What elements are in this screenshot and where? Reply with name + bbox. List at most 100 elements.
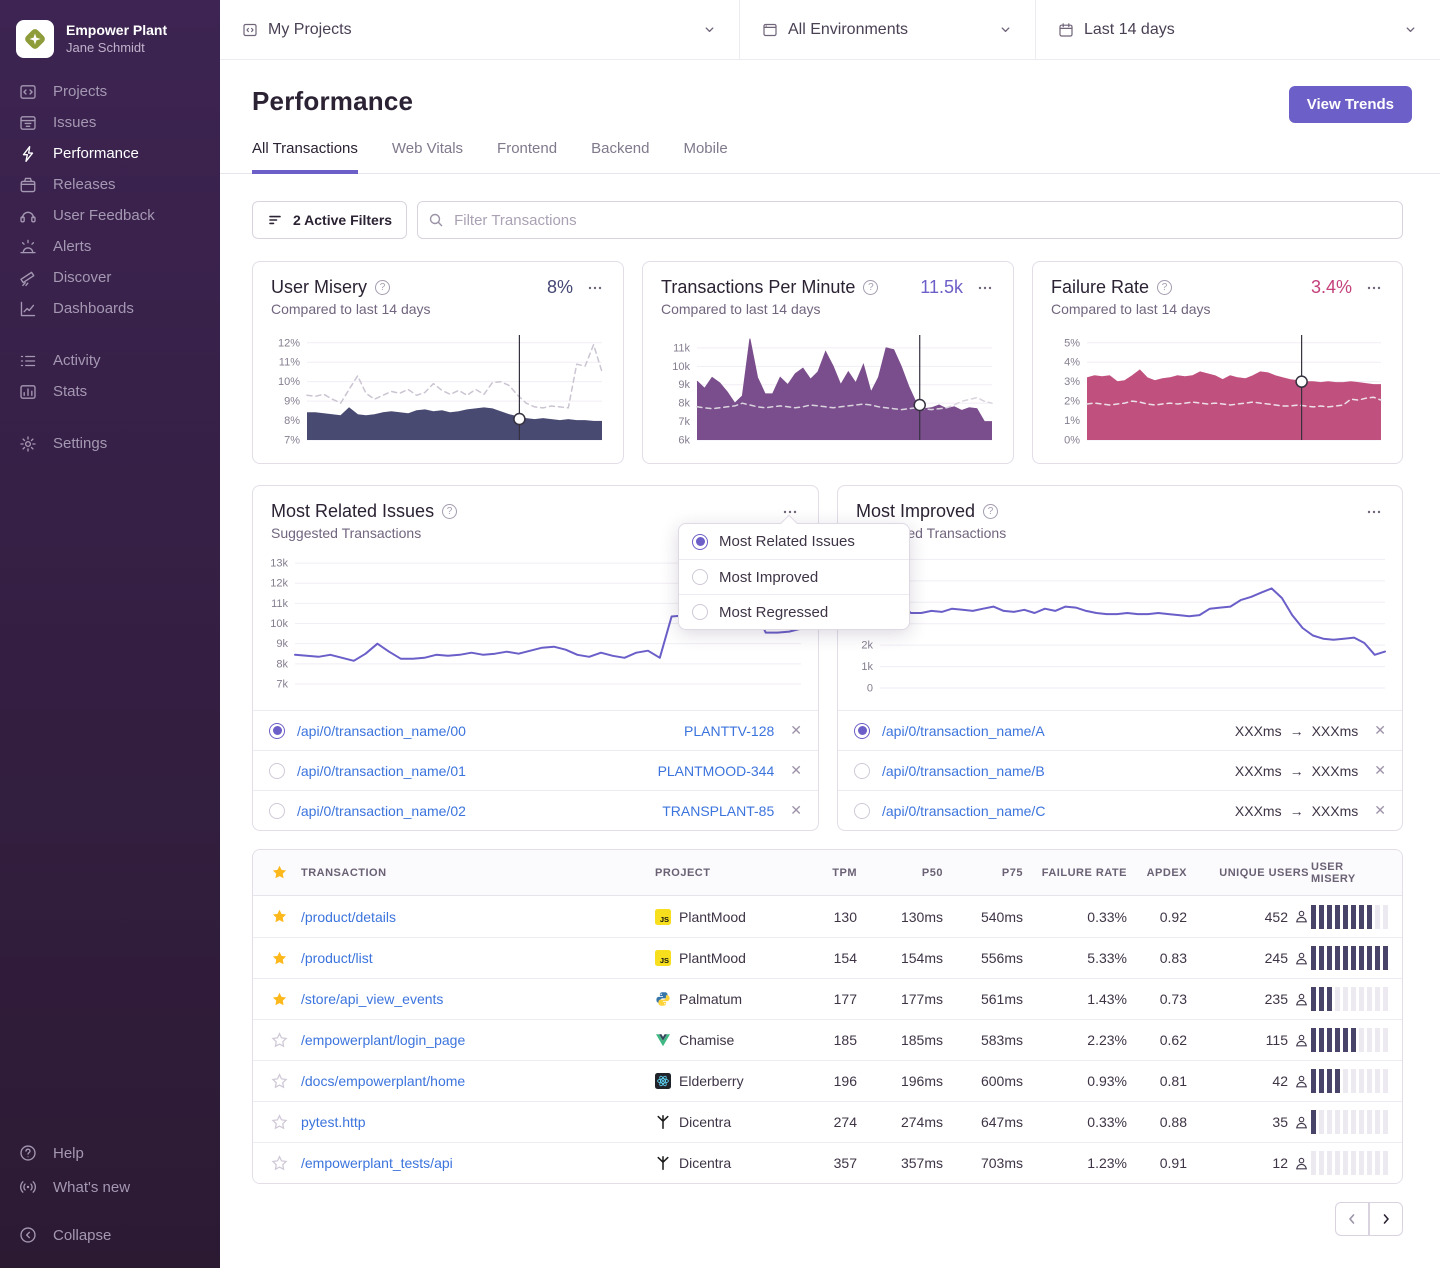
transaction-link[interactable]: /api/0/transaction_name/02 xyxy=(297,803,466,819)
column-header-project[interactable]: PROJECT xyxy=(655,867,805,879)
radio-button[interactable] xyxy=(692,569,708,585)
star-toggle[interactable] xyxy=(253,1073,301,1090)
close-icon[interactable]: ✕ xyxy=(790,802,802,819)
unique-users-value: 452 xyxy=(1265,909,1288,925)
sidebar-item-feedback[interactable]: User Feedback xyxy=(0,200,220,231)
column-header-apdex[interactable]: APDEX xyxy=(1133,867,1193,879)
radio-button[interactable] xyxy=(692,604,708,620)
radio-button[interactable] xyxy=(854,803,870,819)
star-toggle[interactable] xyxy=(253,1114,301,1131)
card-menu-button[interactable] xyxy=(585,278,605,298)
sidebar-item-activity[interactable]: Activity xyxy=(0,345,220,376)
search-input[interactable] xyxy=(417,201,1403,239)
transaction-link[interactable]: /api/0/transaction_name/C xyxy=(882,803,1045,819)
sidebar-item-performance[interactable]: Performance xyxy=(0,138,220,169)
sidebar-item-releases[interactable]: Releases xyxy=(0,169,220,200)
column-header-failure-rate[interactable]: FAILURE RATE xyxy=(1029,867,1133,879)
card-menu-button[interactable] xyxy=(975,278,995,298)
org-switcher[interactable]: Empower Plant Jane Schmidt xyxy=(0,14,220,76)
tab-backend[interactable]: Backend xyxy=(591,140,649,174)
transaction-link[interactable]: pytest.http xyxy=(301,1114,366,1130)
tab-web-vitals[interactable]: Web Vitals xyxy=(392,140,463,174)
date-range-dropdown[interactable]: Last 14 days xyxy=(1036,0,1440,59)
tpm-value: 177 xyxy=(805,991,863,1007)
sidebar-item-settings[interactable]: Settings xyxy=(0,428,220,459)
previous-page-button[interactable] xyxy=(1335,1202,1369,1236)
transaction-link[interactable]: /api/0/transaction_name/A xyxy=(882,723,1045,739)
close-icon[interactable]: ✕ xyxy=(1374,802,1386,819)
sidebar-item-whatsnew[interactable]: What's new xyxy=(0,1170,220,1204)
column-header-transaction[interactable]: TRANSACTION xyxy=(301,867,655,879)
column-header-unique-users[interactable]: UNIQUE USERS xyxy=(1193,867,1311,879)
star-column-header[interactable] xyxy=(253,864,301,881)
radio-button[interactable] xyxy=(269,803,285,819)
transaction-link[interactable]: /api/0/transaction_name/B xyxy=(882,763,1045,779)
star-toggle[interactable] xyxy=(253,991,301,1008)
help-icon[interactable] xyxy=(1157,280,1172,295)
sidebar-item-collapse[interactable]: Collapse xyxy=(0,1218,220,1252)
menu-item-most-related-issues[interactable]: Most Related Issues xyxy=(679,524,909,559)
sidebar-item-discover[interactable]: Discover xyxy=(0,262,220,293)
help-icon[interactable] xyxy=(983,504,998,519)
svg-text:2k: 2k xyxy=(861,640,873,652)
sidebar-item-projects[interactable]: Projects xyxy=(0,76,220,107)
tab-frontend[interactable]: Frontend xyxy=(497,140,557,174)
column-header-p75[interactable]: P75 xyxy=(949,867,1029,879)
help-icon[interactable] xyxy=(863,280,878,295)
radio-button[interactable] xyxy=(854,763,870,779)
transaction-link[interactable]: /api/0/transaction_name/01 xyxy=(297,763,466,779)
issue-link[interactable]: PLANTTV-128 xyxy=(684,723,774,739)
star-icon xyxy=(271,1073,288,1090)
star-toggle[interactable] xyxy=(253,950,301,967)
close-icon[interactable]: ✕ xyxy=(1374,722,1386,739)
close-icon[interactable]: ✕ xyxy=(790,722,802,739)
sidebar-item-stats[interactable]: Stats xyxy=(0,376,220,407)
table-row: /product/listJSPlantMood154154ms556ms5.3… xyxy=(253,937,1402,978)
card-menu-button[interactable] xyxy=(1364,502,1384,522)
star-toggle[interactable] xyxy=(253,1032,301,1049)
radio-button[interactable] xyxy=(269,723,285,739)
view-trends-button[interactable]: View Trends xyxy=(1289,86,1412,123)
environment-filter-dropdown[interactable]: All Environments xyxy=(740,0,1036,59)
radio-button[interactable] xyxy=(269,763,285,779)
active-filters-button[interactable]: 2 Active Filters xyxy=(252,201,407,239)
transaction-link[interactable]: /api/0/transaction_name/00 xyxy=(297,723,466,739)
transaction-link[interactable]: /store/api_view_events xyxy=(301,991,443,1007)
close-icon[interactable]: ✕ xyxy=(790,762,802,779)
sidebar-item-dashboards[interactable]: Dashboards xyxy=(0,293,220,324)
issue-link[interactable]: TRANSPLANT-85 xyxy=(662,803,774,819)
column-header-p50[interactable]: P50 xyxy=(863,867,949,879)
star-toggle[interactable] xyxy=(253,908,301,925)
project-filter-dropdown[interactable]: My Projects xyxy=(220,0,740,59)
transaction-link[interactable]: /docs/empowerplant/home xyxy=(301,1073,465,1089)
failure-rate-chart[interactable]: 5%4%3%2%1%0% xyxy=(1051,327,1384,445)
radio-button[interactable] xyxy=(692,534,708,550)
tab-bar: All Transactions Web Vitals Frontend Backen… xyxy=(220,140,1440,174)
transaction-link[interactable]: /empowerplant/login_page xyxy=(301,1032,465,1048)
close-icon[interactable]: ✕ xyxy=(1374,762,1386,779)
tab-all-transactions[interactable]: All Transactions xyxy=(252,140,358,174)
transaction-link[interactable]: /product/list xyxy=(301,950,373,966)
transaction-link[interactable]: /product/details xyxy=(301,909,396,925)
menu-item-most-improved[interactable]: Most Improved xyxy=(679,559,909,594)
radio-button[interactable] xyxy=(854,723,870,739)
issue-link[interactable]: PLANTMOOD-344 xyxy=(658,763,775,779)
tpm-chart[interactable]: 11k10k9k8k7k6k xyxy=(661,327,995,445)
most-improved-chart[interactable]: 2k1k0 xyxy=(844,545,1388,693)
menu-item-most-regressed[interactable]: Most Regressed xyxy=(679,594,909,629)
column-header-user-misery[interactable]: USER MISERY xyxy=(1311,861,1402,885)
tab-mobile[interactable]: Mobile xyxy=(683,140,727,174)
sidebar-item-help[interactable]: Help xyxy=(0,1136,220,1170)
help-icon[interactable] xyxy=(442,504,457,519)
transaction-link[interactable]: /empowerplant_tests/api xyxy=(301,1155,453,1171)
column-header-tpm[interactable]: TPM xyxy=(805,867,863,879)
help-icon[interactable] xyxy=(375,280,390,295)
sidebar-item-alerts[interactable]: Alerts xyxy=(0,231,220,262)
card-menu-button[interactable] xyxy=(1364,278,1384,298)
star-toggle[interactable] xyxy=(253,1155,301,1172)
sidebar-item-issues[interactable]: Issues xyxy=(0,107,220,138)
next-page-button[interactable] xyxy=(1369,1202,1403,1236)
chevron-down-icon xyxy=(1403,22,1418,37)
unique-users-value: 245 xyxy=(1265,950,1288,966)
user-misery-chart[interactable]: 12%11%10%9%8%7% xyxy=(271,327,605,445)
